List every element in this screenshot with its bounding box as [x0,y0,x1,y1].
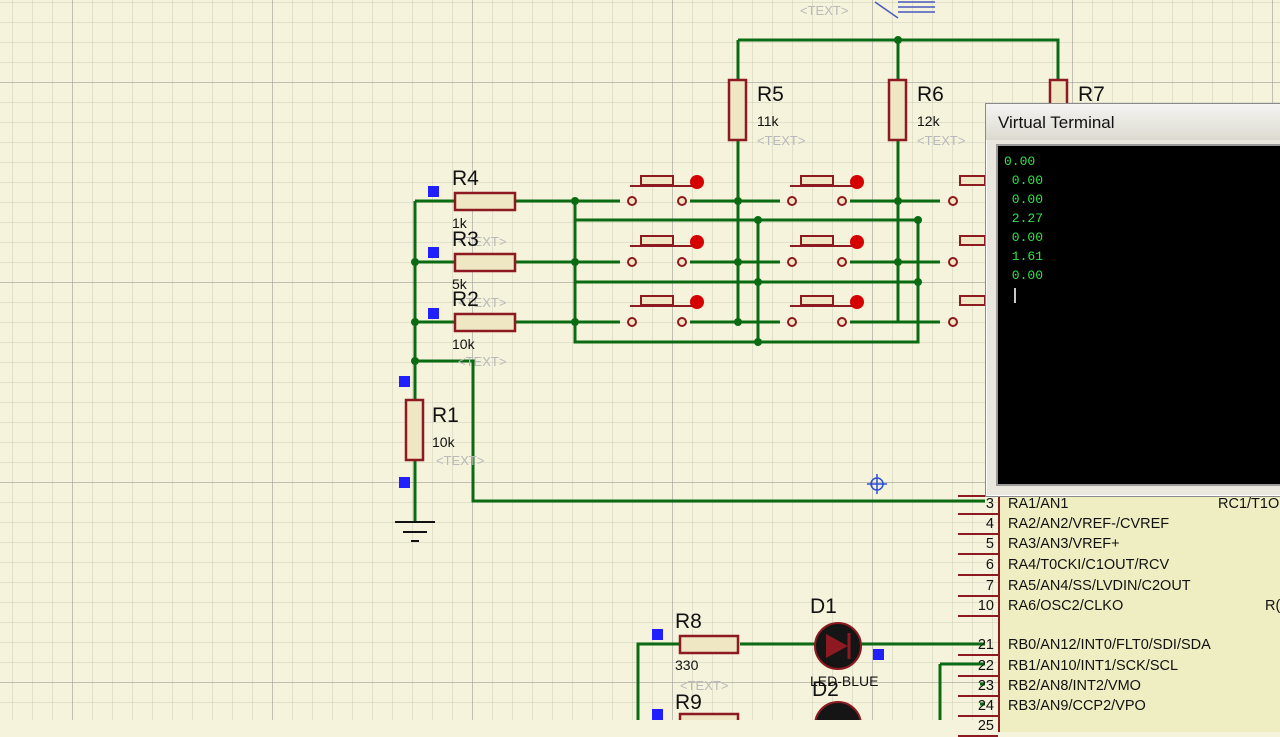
mcu-pin-line [958,715,998,717]
led-d1[interactable] [814,622,862,670]
button-row2-col3 [948,235,986,267]
terminal-output: 0.00 0.00 0.00 2.27 0.00 1.61 0.00 [1004,152,1043,303]
r6-text: <TEXT> [917,133,965,148]
mcu-pin-label: RB3/AN9/CCP2/VPO [1008,698,1146,714]
mcu-pin-number[interactable]: 7 [954,578,994,594]
terminal-line: 0.00 [1004,154,1036,169]
terminal-line: 0.00 [1004,173,1044,188]
mcu-pin-number[interactable]: 4 [954,516,994,532]
button-row1-col2 [787,175,860,206]
led-d2[interactable] [814,701,862,720]
r9-name: R9 [675,691,702,714]
button-row3-col1 [627,295,700,327]
mcu-pin-number[interactable]: 6 [954,557,994,573]
r6-value: 12k [917,113,941,129]
mcu-pin-number[interactable]: 24 [954,698,994,714]
mcu-pin-line [958,574,998,576]
mcu-pin-label: RB0/AN12/INT0/FLT0/SDI/SDA [1008,637,1211,653]
terminal-caret [1014,288,1016,303]
virtual-terminal-screen[interactable]: 0.00 0.00 0.00 2.27 0.00 1.61 0.00 [996,144,1280,486]
mcu-pin-label: RA6/OSC2/CLKO [1008,598,1124,614]
mcu-pin-number[interactable]: 10 [954,598,994,614]
mcu-pin-label: RA2/AN2/VREF-/CVREF [1008,516,1170,532]
r5-name: R5 [757,83,784,106]
top-text-label: <TEXT> [800,3,848,18]
button-row1-col3 [948,175,986,206]
button-row2-col2 [787,235,860,267]
r3-name: R3 [452,228,479,251]
ground-symbol[interactable] [395,521,435,542]
r5-text: <TEXT> [757,133,805,148]
terminal-line: 0.00 [1004,268,1044,283]
r2-name: R2 [452,288,479,311]
virtual-terminal-titlebar[interactable]: Virtual Terminal [986,104,1280,140]
mcu-pin-line [958,675,998,677]
mcu-pin-number[interactable]: 23 [954,678,994,694]
top-partial-symbol [874,1,935,19]
d1-name: D1 [810,595,837,618]
mcu-pin-label: RB1/AN10/INT1/SCK/SCL [1008,658,1179,674]
mcu-pin-number[interactable]: 22 [954,658,994,674]
mcu-pin-label: RA1/AN1 [1008,496,1069,512]
button-row3-col2 [787,295,860,327]
mcu-pin-number[interactable]: 21 [954,637,994,653]
mcu-pin-line [958,513,998,515]
mcu-pin-line [958,695,998,697]
mcu-pin-number[interactable]: 25 [954,718,994,734]
mcu-pin-number[interactable]: 5 [954,536,994,552]
mcu-pin-line [958,595,998,597]
r1-value: 10k [432,434,456,450]
mcu-pin-label-rc1: RC1/T1O [1218,496,1280,512]
button-row1-col1 [627,175,700,206]
mcu-pin-label: RA4/T0CKI/C1OUT/RCV [1008,557,1170,573]
button-row3-col3 [948,295,986,327]
virtual-terminal-window[interactable]: Virtual Terminal 0.00 0.00 0.00 2.27 0.0… [985,103,1280,497]
mcu-pin-label-rc: R( [1265,598,1280,614]
terminal-line: 2.27 [1004,211,1044,226]
button-state-dots [690,175,864,309]
r8-value: 330 [675,657,699,673]
terminal-line: 0.00 [1004,230,1044,245]
r1-text: <TEXT> [436,453,484,468]
r8-name: R8 [675,610,702,633]
mcu-pin-number[interactable]: 3 [954,496,994,512]
mcu-pin-line [958,615,998,617]
mcu-pin-line [958,654,998,656]
mcu-chip[interactable]: 23RA1/AN14RA2/AN2/VREF-/CVREF5RA3/AN3/VR… [958,478,1280,737]
mcu-pin-label: RA5/AN4/SS/LVDIN/C2OUT [1008,578,1191,594]
terminal-line: 0.00 [1004,192,1044,207]
r1-name: R1 [432,404,459,427]
d2-name: D2 [812,678,839,701]
mcu-pin-line [958,533,998,535]
terminal-line: 1.61 [1004,249,1044,264]
push-buttons[interactable] [627,175,986,327]
r4-name: R4 [452,167,479,190]
button-row2-col1 [627,235,700,267]
mcu-pin-label: RA3/AN3/VREF+ [1008,536,1120,552]
r2-value: 10k [452,336,476,352]
r5-value: 11k [757,113,780,129]
mcu-pin-label: RB2/AN8/INT2/VMO [1008,678,1141,694]
mcu-pin-line [958,553,998,555]
r2-text: <TEXT> [458,354,506,369]
crosshair-cursor [867,474,887,494]
r6-name: R6 [917,83,944,106]
